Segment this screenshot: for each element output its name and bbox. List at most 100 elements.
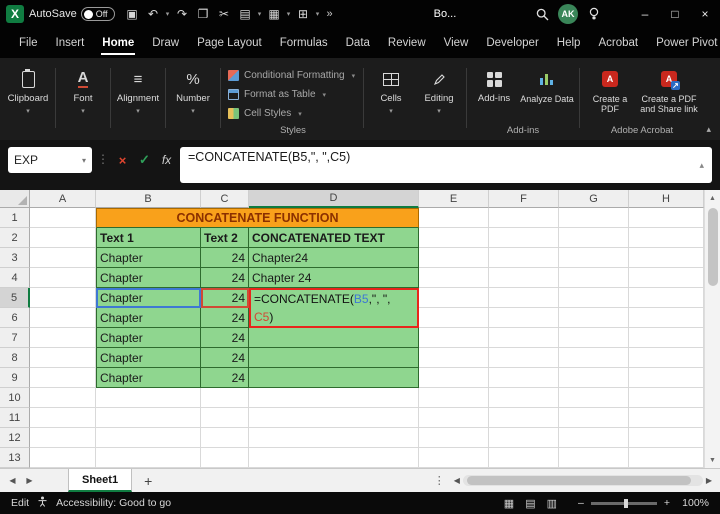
cell-A10[interactable] xyxy=(30,388,96,408)
redo-icon[interactable]: ↷ xyxy=(172,3,193,25)
autosave-toggle[interactable]: AutoSave Off xyxy=(29,7,115,21)
cell-E5[interactable] xyxy=(419,288,489,308)
cell-F10[interactable] xyxy=(489,388,559,408)
accessibility-status[interactable]: Accessibility: Good to go xyxy=(56,497,171,509)
cell-F13[interactable] xyxy=(489,448,559,468)
expand-formula-bar-icon[interactable]: ▴ xyxy=(699,160,704,171)
number-format-chevron-icon[interactable]: ▾ xyxy=(285,10,293,18)
cell-B11[interactable] xyxy=(96,408,201,428)
cell-E6[interactable] xyxy=(419,308,489,328)
cell-C6[interactable]: 24 xyxy=(201,308,249,328)
sheet-nav-right-icon[interactable]: ▶ xyxy=(23,476,36,485)
analyze-data-button[interactable]: Analyze Data xyxy=(518,61,576,105)
cell-A6[interactable] xyxy=(30,308,96,328)
accessibility-icon[interactable] xyxy=(37,496,48,510)
normal-view-icon[interactable]: ▦ xyxy=(504,497,514,510)
column-header-b[interactable]: B xyxy=(96,190,201,208)
cell-D4[interactable]: Chapter 24 xyxy=(249,268,419,288)
cell-D11[interactable] xyxy=(249,408,419,428)
cell-D12[interactable] xyxy=(249,428,419,448)
row-header-11[interactable]: 11 xyxy=(0,408,30,428)
cell-G11[interactable] xyxy=(559,408,629,428)
row-header-12[interactable]: 12 xyxy=(0,428,30,448)
avatar[interactable]: AK xyxy=(558,4,578,24)
cell-A3[interactable] xyxy=(30,248,96,268)
more-commands-icon[interactable]: » xyxy=(322,8,338,20)
row-header-1[interactable]: 1 xyxy=(0,208,30,228)
cell-A1[interactable] xyxy=(30,208,96,228)
menu-tab-acrobat[interactable]: Acrobat xyxy=(589,28,647,58)
cell-B2[interactable]: Text 1 xyxy=(96,228,201,248)
paste-icon[interactable]: ▤ xyxy=(235,3,256,25)
row-header-13[interactable]: 13 xyxy=(0,448,30,468)
cell-A11[interactable] xyxy=(30,408,96,428)
alignment-button[interactable]: ≡ Alignment ▾ xyxy=(114,61,162,140)
row-header-6[interactable]: 6 xyxy=(0,308,30,328)
column-header-g[interactable]: G xyxy=(559,190,629,208)
cell-H13[interactable] xyxy=(629,448,704,468)
cell-C8[interactable]: 24 xyxy=(201,348,249,368)
cells-button[interactable]: Cells ▾ xyxy=(367,61,415,140)
page-layout-view-icon[interactable]: ▤ xyxy=(525,497,535,510)
editing-button[interactable]: Editing ▾ xyxy=(415,61,463,140)
cell-B7[interactable]: Chapter xyxy=(96,328,201,348)
row-header-5[interactable]: 5 xyxy=(0,288,30,308)
cell-H5[interactable] xyxy=(629,288,704,308)
row-header-4[interactable]: 4 xyxy=(0,268,30,288)
cell-H7[interactable] xyxy=(629,328,704,348)
cancel-entry-button[interactable]: × xyxy=(114,147,131,173)
cell-F7[interactable] xyxy=(489,328,559,348)
cell-H3[interactable] xyxy=(629,248,704,268)
insert-function-button[interactable]: fx xyxy=(158,147,175,173)
column-header-e[interactable]: E xyxy=(419,190,489,208)
cell-G10[interactable] xyxy=(559,388,629,408)
lightbulb-icon[interactable] xyxy=(583,3,604,25)
create-pdf-button[interactable]: A Create a PDF xyxy=(583,61,637,115)
vertical-scrollbar-thumb[interactable] xyxy=(708,208,718,286)
zoom-level[interactable]: 100% xyxy=(677,497,709,509)
cell-C5[interactable]: 24 xyxy=(201,288,249,308)
column-header-f[interactable]: F xyxy=(489,190,559,208)
cell-D3[interactable]: Chapter24 xyxy=(249,248,419,268)
cell-B10[interactable] xyxy=(96,388,201,408)
cell-H9[interactable] xyxy=(629,368,704,388)
cell-E10[interactable] xyxy=(419,388,489,408)
sheet-bar-overflow-icon[interactable]: ⋮ xyxy=(429,474,450,487)
row-header-7[interactable]: 7 xyxy=(0,328,30,348)
horizontal-scrollbar-track[interactable] xyxy=(463,475,703,486)
page-break-view-icon[interactable]: ▥ xyxy=(547,497,557,510)
close-button[interactable]: × xyxy=(690,0,720,28)
cell-G7[interactable] xyxy=(559,328,629,348)
cell-G9[interactable] xyxy=(559,368,629,388)
cell-H12[interactable] xyxy=(629,428,704,448)
menu-tab-file[interactable]: File xyxy=(10,28,47,58)
number-format-icon[interactable]: ▦ xyxy=(264,3,285,25)
cut-icon[interactable]: ✂ xyxy=(214,3,235,25)
create-pdf-share-button[interactable]: A↗ Create a PDF and Share link xyxy=(637,61,701,115)
cell-C3[interactable]: 24 xyxy=(201,248,249,268)
cell-G4[interactable] xyxy=(559,268,629,288)
cell-B6[interactable]: Chapter xyxy=(96,308,201,328)
cell-G13[interactable] xyxy=(559,448,629,468)
cell-F4[interactable] xyxy=(489,268,559,288)
cell-G8[interactable] xyxy=(559,348,629,368)
menu-tab-data[interactable]: Data xyxy=(337,28,379,58)
add-sheet-button[interactable]: + xyxy=(144,473,152,489)
undo-chevron-icon[interactable]: ▾ xyxy=(164,10,172,18)
cell-B8[interactable]: Chapter xyxy=(96,348,201,368)
confirm-entry-button[interactable]: ✓ xyxy=(136,147,153,173)
zoom-in-icon[interactable]: + xyxy=(664,497,670,509)
select-all-corner[interactable] xyxy=(0,190,30,208)
formula-input[interactable]: =CONCATENATE(B5,", ",C5) ▴ xyxy=(180,147,712,183)
cell-H8[interactable] xyxy=(629,348,704,368)
cell-D7[interactable] xyxy=(249,328,419,348)
conditional-formatting-button[interactable]: Conditional Formatting ▾ xyxy=(228,66,358,85)
cell-C4[interactable]: 24 xyxy=(201,268,249,288)
cell-E7[interactable] xyxy=(419,328,489,348)
cell-H10[interactable] xyxy=(629,388,704,408)
menu-tab-help[interactable]: Help xyxy=(548,28,590,58)
menu-tab-home[interactable]: Home xyxy=(93,28,143,58)
collapse-ribbon-icon[interactable]: ▴ xyxy=(706,124,711,135)
row-header-8[interactable]: 8 xyxy=(0,348,30,368)
cell-B1-merged-title[interactable]: CONCATENATE FUNCTION xyxy=(96,208,419,228)
